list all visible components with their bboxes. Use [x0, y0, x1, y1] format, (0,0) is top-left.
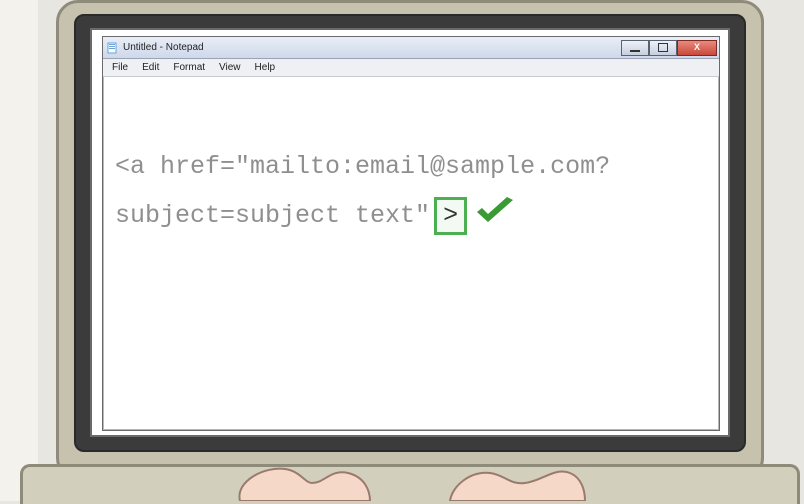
- page-margin: [0, 0, 38, 501]
- menu-bar: File Edit Format View Help: [103, 59, 719, 77]
- hand-right: [440, 461, 590, 501]
- text-editor-area[interactable]: <a href="mailto:email@sample.com? subjec…: [103, 77, 719, 430]
- laptop-base: [20, 464, 800, 504]
- code-line-2-prefix: subject=subject text": [115, 201, 430, 230]
- notepad-window: Untitled - Notepad X File Edit Format Vi…: [102, 36, 720, 431]
- menu-help[interactable]: Help: [248, 60, 283, 75]
- highlighted-char: >: [434, 197, 467, 236]
- laptop-screen: Untitled - Notepad X File Edit Format Vi…: [90, 28, 730, 437]
- hand-left: [230, 461, 380, 501]
- maximize-button[interactable]: [649, 40, 677, 56]
- menu-edit[interactable]: Edit: [135, 60, 166, 75]
- code-line-1: <a href="mailto:email@sample.com?: [115, 152, 610, 181]
- menu-view[interactable]: View: [212, 60, 248, 75]
- close-button[interactable]: X: [677, 40, 717, 56]
- checkmark-icon: [473, 196, 517, 226]
- window-title: Untitled - Notepad: [123, 42, 621, 53]
- minimize-button[interactable]: [621, 40, 649, 56]
- title-bar[interactable]: Untitled - Notepad X: [103, 37, 719, 59]
- notepad-icon: [107, 42, 119, 54]
- menu-format[interactable]: Format: [166, 60, 212, 75]
- window-controls: X: [621, 40, 717, 56]
- menu-file[interactable]: File: [105, 60, 135, 75]
